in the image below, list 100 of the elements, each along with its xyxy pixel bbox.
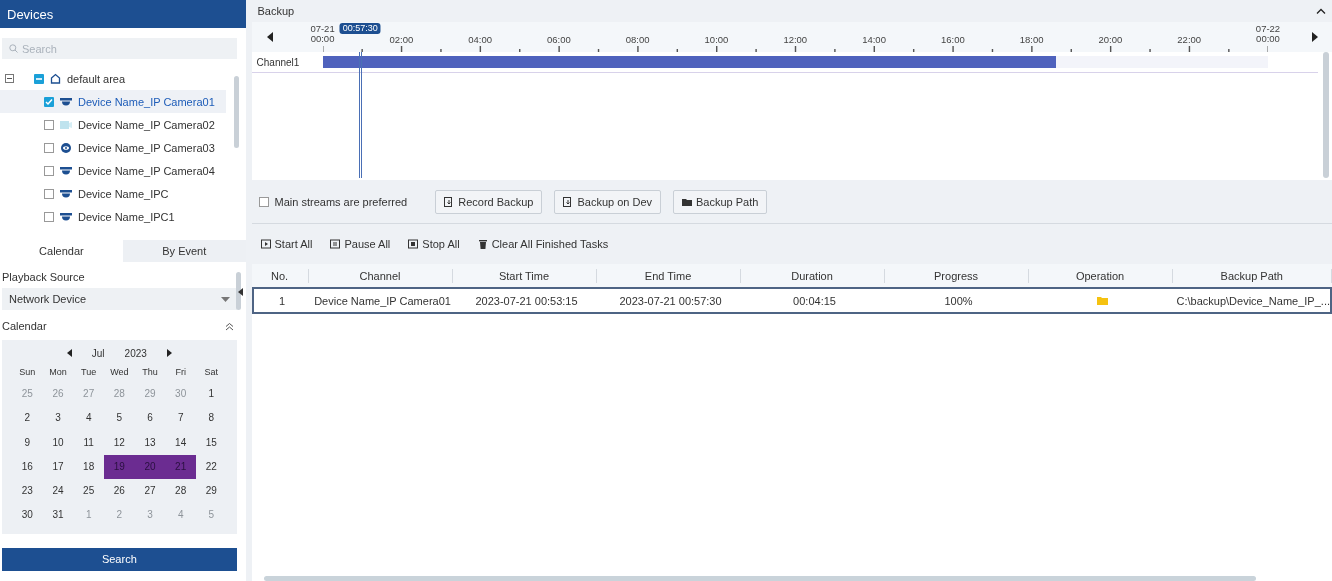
action-button[interactable]: Stop All [408,238,460,250]
calendar-day[interactable]: 8 [196,406,227,431]
calendar-day[interactable]: 29 [196,479,227,504]
trash-icon [477,239,488,249]
section-label: Calendar [2,320,47,332]
tab[interactable]: Calendar [0,240,123,262]
toolbar-button[interactable]: Backup on Dev [554,189,662,214]
checkbox[interactable] [44,165,54,176]
weekday-label: Thu [141,366,159,379]
folder-icon[interactable] [1097,295,1109,305]
month-label[interactable]: Jul [91,347,105,359]
calendar-day[interactable]: 12 [104,430,135,455]
previous-icon[interactable] [266,32,273,42]
checkbox[interactable] [44,96,54,107]
time-label: 02:00 [389,35,414,45]
calendar-day[interactable]: 17 [42,454,74,480]
scrollbar[interactable] [234,76,239,148]
camera-icon [60,119,72,130]
collapse-icon[interactable] [1316,8,1326,14]
table-row[interactable]: 1 Device Name_IP Camera01 2023-07-21 00:53:15 2023-07-21 00:57:30 00:04:15 100% C:\backup\Device_Name_IP_... [251,287,1332,314]
column-header[interactable]: No. [251,268,309,283]
time-label: 07-22 00:00 [1255,24,1281,44]
dome-camera-icon [60,96,72,107]
action-button[interactable]: Pause All [330,238,391,250]
calendar-day[interactable]: 24 [42,479,74,504]
dome-camera-icon [60,165,72,176]
calendar-day[interactable]: 25 [73,479,104,504]
checkbox[interactable] [258,196,269,207]
checkbox-label: Main streams are preferred [274,195,408,208]
column-header[interactable]: Backup Path [1172,268,1332,283]
calendar-day[interactable]: 22 [196,454,227,480]
time-label: 07-21 00:00 [310,24,335,44]
checkbox[interactable] [44,119,54,130]
calendar-day[interactable]: 18 [73,454,104,480]
collapse-icon[interactable] [5,74,14,83]
search-button[interactable]: Search [2,547,237,571]
tree-item[interactable]: Device Name_IP Camera04 [78,164,215,177]
calendar-day[interactable]: 10 [42,430,74,455]
next-icon[interactable] [1312,32,1318,42]
time-label: 04:00 [468,35,492,45]
fisheye-camera-icon [60,142,72,153]
tree-item[interactable]: Device Name_IP Camera03 [78,141,215,154]
column-header[interactable]: End Time [596,268,741,283]
time-cursor-label[interactable]: 00:57:30 [339,23,381,34]
tree-item[interactable]: Device Name_IPC [78,187,169,200]
time-label: 08:00 [625,35,650,45]
calendar-day[interactable]: 14 [165,430,196,455]
checkbox[interactable] [44,188,54,199]
calendar-day[interactable]: 28 [165,479,196,504]
next-month-icon[interactable] [166,349,172,357]
calendar-day[interactable]: 11 [73,430,104,455]
column-header[interactable]: Channel [308,268,453,283]
calendar-day[interactable]: 27 [134,479,166,504]
toolbar-button[interactable]: Record Backup [435,189,543,214]
scrollbar[interactable] [235,272,241,310]
home-icon [50,73,61,84]
checkbox[interactable] [44,142,54,153]
column-header[interactable]: Start Time [452,268,597,283]
action-button[interactable]: Start All [260,238,313,250]
calendar-day[interactable]: 16 [12,454,43,480]
calendar-day[interactable]: 6 [134,406,166,431]
column-header[interactable]: Operation [1028,268,1173,283]
tree-item[interactable]: default area [67,72,126,85]
column-header[interactable]: Progress [884,268,1029,283]
time-label: 12:00 [783,35,808,45]
calendar-day[interactable]: 2 [12,406,43,431]
calendar-day[interactable]: 4 [73,406,104,431]
column-header[interactable]: Duration [740,268,885,283]
calendar-day[interactable]: 26 [104,479,135,504]
calendar-day[interactable]: 3 [42,406,74,431]
scrollbar[interactable] [263,576,1256,581]
calendar-day[interactable]: 7 [165,406,196,431]
dropdown-caret-icon [220,296,230,302]
calendar-day[interactable]: 31 [42,503,74,528]
calendar-day[interactable]: 1 [196,382,227,407]
calendar-day[interactable]: 13 [134,430,166,455]
tree-item[interactable]: Device Name_IP Camera02 [78,118,215,131]
checkbox[interactable] [34,73,44,84]
calendar-day[interactable]: 9 [12,430,43,455]
folder-icon [682,196,693,207]
calendar-day[interactable]: 23 [12,479,43,504]
play-icon [260,239,271,249]
year-label[interactable]: 2023 [124,347,147,359]
toolbar-button[interactable]: Backup Path [673,189,768,214]
table-cell-text: C:\backup\Device_Name_IP_... [1175,294,1330,307]
download-icon [563,196,574,207]
stop-icon [408,239,419,249]
scrollbar[interactable] [1323,52,1329,178]
collapse-icon[interactable] [224,321,234,331]
checkbox[interactable] [44,211,54,222]
source-dropdown[interactable]: Network Device [2,288,237,310]
tree-item[interactable]: Device Name_IPC1 [78,210,175,223]
pause-icon [330,239,341,249]
time-label: 22:00 [1177,35,1202,45]
calendar-day[interactable]: 15 [196,430,227,455]
calendar-day[interactable]: 5 [104,406,135,431]
action-button[interactable]: Clear All Finished Tasks [477,238,609,250]
weekday-label: Tue [80,366,98,379]
previous-month-icon[interactable] [66,349,72,357]
calendar-day[interactable]: 30 [12,503,43,528]
